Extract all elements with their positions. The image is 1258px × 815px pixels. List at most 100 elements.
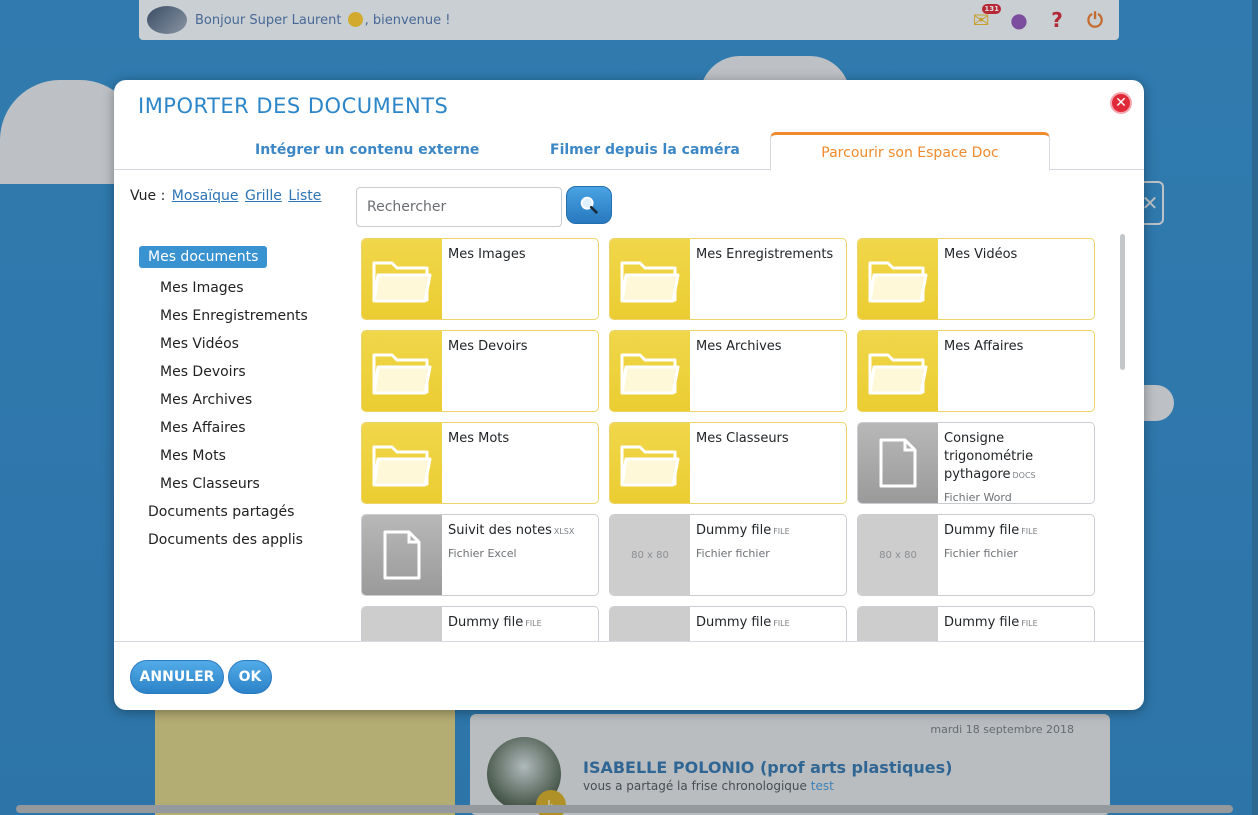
tile-name: Mes Images xyxy=(448,247,526,262)
document-icon xyxy=(879,438,917,488)
tile-name: Mes Enregistrements xyxy=(696,247,834,262)
document-icon xyxy=(383,530,421,580)
tab-external-content[interactable]: Intégrer un contenu externe xyxy=(255,142,479,158)
thumbnail-size-label: 80 x 80 xyxy=(631,549,669,561)
view-grid-link[interactable]: Grille xyxy=(245,188,282,204)
folder-thumbnail xyxy=(858,331,938,411)
folder-icon xyxy=(868,261,928,303)
grid-scrollbar[interactable] xyxy=(1120,234,1125,370)
tile-name: Mes Archives xyxy=(696,339,782,354)
tile-extension: file xyxy=(525,619,542,628)
folder-thumbnail xyxy=(610,331,690,411)
tile-file-type: Fichier fichier xyxy=(944,547,1018,560)
tile-file-type: Fichier fichier xyxy=(696,547,770,560)
tree-item[interactable]: Mes Affaires xyxy=(139,414,359,442)
tile-name: Mes Affaires xyxy=(944,339,1024,354)
folder-icon xyxy=(620,261,680,303)
folder-thumbnail xyxy=(362,239,442,319)
folder-tile[interactable]: Mes Images xyxy=(361,238,599,320)
tile-extension: xlsx xyxy=(553,527,575,536)
folder-icon xyxy=(372,353,432,395)
view-label: Vue : xyxy=(130,188,166,204)
file-thumbnail xyxy=(362,515,442,595)
tile-extension: file xyxy=(773,619,790,628)
folder-icon xyxy=(620,353,680,395)
tile-file-type: Fichier Word xyxy=(944,491,1012,504)
tile-extension: file xyxy=(773,527,790,536)
placeholder-thumbnail xyxy=(362,607,442,641)
file-tile[interactable]: Dummy file file xyxy=(857,606,1095,641)
dialog-title: IMPORTER DES DOCUMENTS xyxy=(138,94,449,118)
search-button[interactable] xyxy=(566,186,612,224)
placeholder-thumbnail xyxy=(858,607,938,641)
thumbnail-size-label: 80 x 80 xyxy=(879,549,917,561)
tile-extension: docs xyxy=(1012,471,1036,480)
import-documents-dialog: IMPORTER DES DOCUMENTS ✕ Intégrer un con… xyxy=(114,80,1144,710)
file-tile[interactable]: 80 x 80 Dummy file file Fichier fichier xyxy=(609,514,847,596)
close-dialog-button[interactable]: ✕ xyxy=(1110,92,1132,114)
folder-icon xyxy=(372,261,432,303)
file-tile[interactable]: Dummy file file xyxy=(361,606,599,641)
file-thumbnail xyxy=(858,423,938,503)
view-mosaic-link[interactable]: Mosaïque xyxy=(172,188,239,204)
folder-thumbnail xyxy=(610,423,690,503)
folder-thumbnail xyxy=(362,331,442,411)
tab-camera[interactable]: Filmer depuis la caméra xyxy=(550,142,740,158)
tile-name: Mes Classeurs xyxy=(696,431,789,446)
folder-thumbnail xyxy=(610,239,690,319)
tile-name: Mes Mots xyxy=(448,431,510,446)
cancel-button[interactable]: ANNULER xyxy=(130,660,224,694)
placeholder-thumbnail: 80 x 80 xyxy=(610,515,690,595)
tree-item-mes-documents[interactable]: Mes documents xyxy=(139,246,268,268)
tile-name: Dummy file file xyxy=(696,615,790,630)
placeholder-thumbnail: 80 x 80 xyxy=(858,515,938,595)
tile-name: Suivit des notes xlsx xyxy=(448,523,575,538)
tile-name: Dummy file file xyxy=(944,615,1038,630)
folder-icon xyxy=(620,445,680,487)
folder-tile[interactable]: Mes Devoirs xyxy=(361,330,599,412)
folder-tile[interactable]: Mes Vidéos xyxy=(857,238,1095,320)
folder-tile[interactable]: Mes Archives xyxy=(609,330,847,412)
file-tile[interactable]: Suivit des notes xlsx Fichier Excel xyxy=(361,514,599,596)
tree-item[interactable]: Mes Mots xyxy=(139,442,359,470)
tile-name: Dummy file file xyxy=(944,523,1038,538)
tile-name: Mes Devoirs xyxy=(448,339,528,354)
tile-name: Consigne trigonométrie pythagore docs xyxy=(944,431,1036,482)
folder-tile[interactable]: Mes Mots xyxy=(361,422,599,504)
tile-name: Dummy file file xyxy=(696,523,790,538)
documents-grid: Mes Images Mes Enregistrements Mes Vidéos M… xyxy=(360,237,1116,641)
search-icon xyxy=(580,196,598,214)
tile-extension: file xyxy=(1021,527,1038,536)
tab-bar: Intégrer un contenu externe Filmer depui… xyxy=(114,132,1144,171)
tree-item[interactable]: Mes Classeurs xyxy=(139,470,359,498)
tab-browse-espace-doc[interactable]: Parcourir son Espace Doc xyxy=(770,132,1050,171)
dialog-footer: ANNULER OK xyxy=(114,641,1144,710)
folder-thumbnail xyxy=(362,423,442,503)
folder-thumbnail xyxy=(858,239,938,319)
folder-icon xyxy=(372,445,432,487)
tile-file-type: Fichier Excel xyxy=(448,547,517,560)
tile-extension: file xyxy=(1021,619,1038,628)
view-switcher: Vue : Mosaïque Grille Liste xyxy=(130,188,321,204)
tree-item-apps[interactable]: Documents des applis xyxy=(139,526,359,554)
placeholder-thumbnail xyxy=(610,607,690,641)
tree-item[interactable]: Mes Vidéos xyxy=(139,330,359,358)
tree-item-shared[interactable]: Documents partagés xyxy=(139,498,359,526)
folder-icon xyxy=(868,353,928,395)
folder-tile[interactable]: Mes Enregistrements xyxy=(609,238,847,320)
file-tile[interactable]: Dummy file file xyxy=(609,606,847,641)
tree-item[interactable]: Mes Images xyxy=(139,274,359,302)
tree-item[interactable]: Mes Enregistrements xyxy=(139,302,359,330)
file-tile[interactable]: Consigne trigonométrie pythagore docs Fich… xyxy=(857,422,1095,504)
search-input[interactable] xyxy=(356,187,562,227)
file-tile[interactable]: 80 x 80 Dummy file file Fichier fichier xyxy=(857,514,1095,596)
folder-tree: Mes documents Mes Images Mes Enregistrem… xyxy=(139,246,359,554)
tree-item[interactable]: Mes Archives xyxy=(139,386,359,414)
ok-button[interactable]: OK xyxy=(228,660,272,694)
tile-name: Dummy file file xyxy=(448,615,542,630)
tree-item[interactable]: Mes Devoirs xyxy=(139,358,359,386)
tile-name: Mes Vidéos xyxy=(944,247,1018,262)
view-list-link[interactable]: Liste xyxy=(288,188,321,204)
folder-tile[interactable]: Mes Classeurs xyxy=(609,422,847,504)
folder-tile[interactable]: Mes Affaires xyxy=(857,330,1095,412)
